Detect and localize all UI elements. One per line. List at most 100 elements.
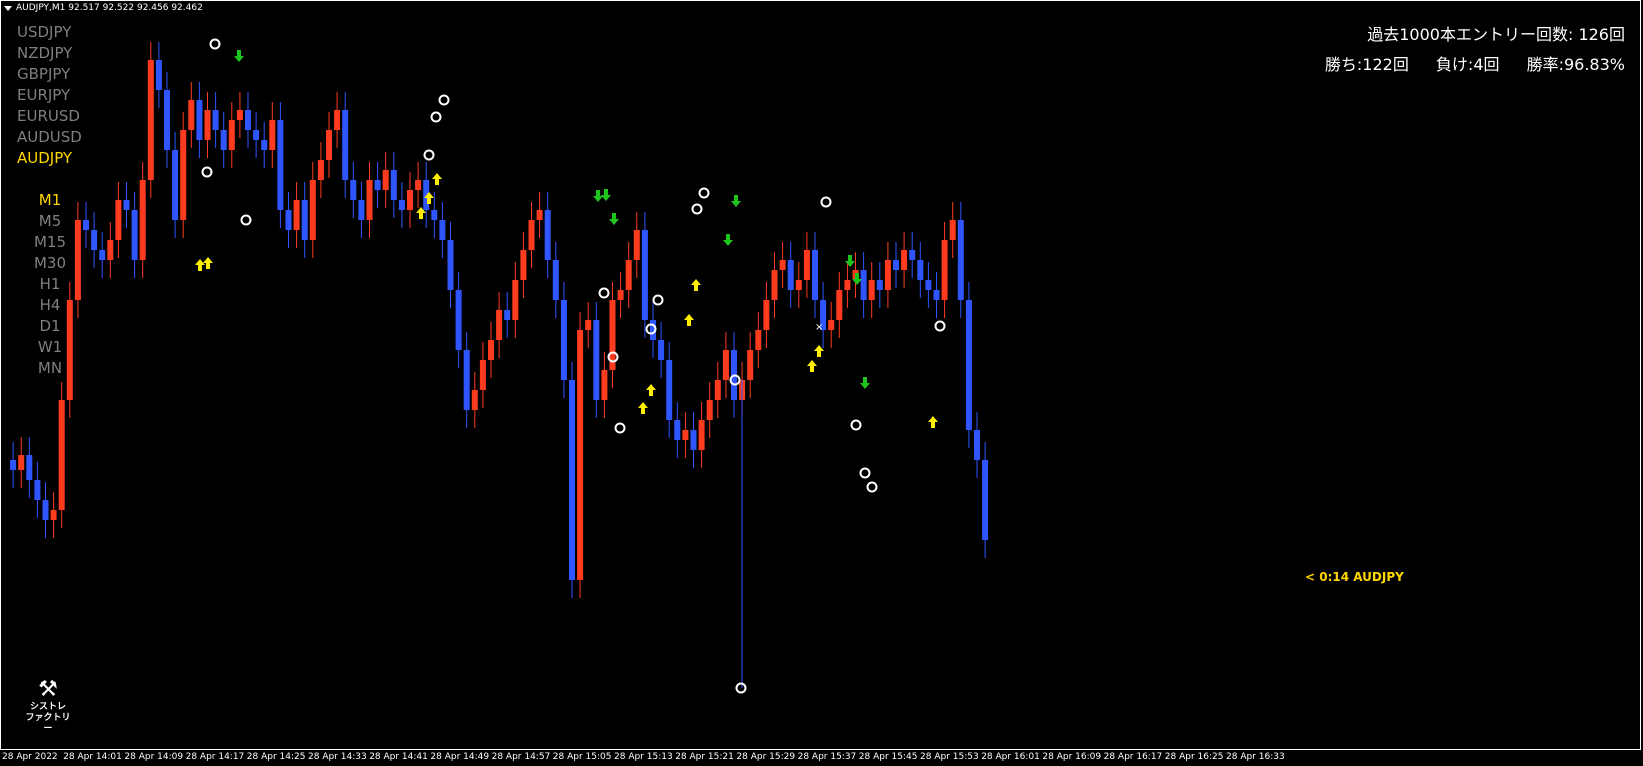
logo-line2: ファクトリー bbox=[25, 713, 71, 734]
timeframe-item-h4[interactable]: H4 bbox=[30, 295, 70, 316]
candle-body bbox=[236, 110, 243, 120]
candle-body bbox=[601, 370, 608, 400]
candle-body bbox=[309, 180, 316, 240]
sell-arrow-icon bbox=[723, 234, 733, 246]
sell-arrow-icon bbox=[731, 195, 741, 207]
candle-body bbox=[471, 390, 478, 410]
candle-body bbox=[172, 150, 179, 220]
sell-arrow-icon bbox=[860, 377, 870, 389]
timeframe-selector: M1 M5 M15 M30 H1 H4 D1 W1 MN bbox=[30, 190, 70, 379]
candle-body bbox=[779, 260, 786, 270]
buy-arrow-icon bbox=[646, 384, 656, 396]
time-tick: 28 Apr 16:17 bbox=[1103, 752, 1163, 762]
chart-title-bar[interactable]: AUDJPY,M1 92.517 92.522 92.456 92.462 bbox=[4, 3, 203, 13]
timeframe-item-mn[interactable]: MN bbox=[30, 358, 70, 379]
timeframe-item-h1[interactable]: H1 bbox=[30, 274, 70, 295]
candle-body bbox=[982, 460, 989, 540]
candle-body bbox=[520, 250, 527, 280]
candle-body bbox=[253, 130, 260, 140]
candle-body bbox=[917, 260, 924, 280]
timeframe-item-w1[interactable]: W1 bbox=[30, 337, 70, 358]
candle-body bbox=[334, 110, 341, 130]
candle-body bbox=[350, 180, 357, 200]
symbol-item-gbpjpy[interactable]: GBPJPY bbox=[17, 64, 87, 85]
candle-body bbox=[42, 500, 49, 520]
systore-factory-logo[interactable]: ⚒ シストレ ファクトリー bbox=[22, 678, 74, 735]
candle-body bbox=[771, 270, 778, 300]
signal-circle-icon bbox=[652, 294, 664, 306]
time-tick: 28 Apr 16:01 bbox=[981, 752, 1040, 762]
candle-body bbox=[107, 240, 114, 260]
time-tick: 28 Apr 15:13 bbox=[614, 752, 673, 762]
sell-arrow-icon bbox=[845, 255, 855, 267]
symbol-item-eurjpy[interactable]: EURJPY bbox=[17, 85, 87, 106]
candle-body bbox=[245, 110, 251, 130]
candle-body bbox=[876, 280, 883, 290]
symbol-item-eurusd[interactable]: EURUSD bbox=[17, 106, 87, 127]
candle-body bbox=[58, 400, 65, 510]
signal-circle-icon bbox=[598, 287, 610, 299]
timeframe-item-m15[interactable]: M15 bbox=[30, 232, 70, 253]
candle-body bbox=[625, 260, 632, 290]
candle-body bbox=[949, 220, 956, 240]
time-tick: 28 Apr 14:49 bbox=[430, 752, 490, 762]
time-tick: 28 Apr 15:37 bbox=[797, 752, 857, 762]
logo-line1: シストレ bbox=[29, 702, 66, 712]
symbol-item-usdjpy[interactable]: USDJPY bbox=[17, 22, 87, 43]
candle-body bbox=[828, 320, 835, 330]
candle-body bbox=[747, 350, 754, 380]
timeframe-item-m1[interactable]: M1 bbox=[30, 190, 70, 211]
candle-body bbox=[26, 455, 33, 480]
signal-circle-icon bbox=[423, 149, 435, 161]
buy-arrow-icon bbox=[928, 416, 938, 428]
buy-arrow-icon bbox=[432, 173, 442, 185]
candle-body bbox=[212, 110, 219, 130]
candle-body bbox=[261, 140, 268, 150]
candle-body bbox=[633, 230, 640, 260]
symbol-item-nzdjpy[interactable]: NZDJPY bbox=[17, 43, 87, 64]
buy-arrow-icon bbox=[814, 345, 824, 357]
time-tick: 28 Apr 14:01 bbox=[63, 752, 122, 762]
signal-circle-icon bbox=[201, 166, 213, 178]
candle-body bbox=[714, 380, 721, 400]
candle-body bbox=[196, 100, 203, 140]
time-tick: 28 Apr 14:17 bbox=[185, 752, 245, 762]
signal-circle-icon bbox=[698, 187, 710, 199]
time-tick: 28 Apr 2022 bbox=[2, 752, 58, 762]
candle-body bbox=[666, 360, 673, 420]
candle-body bbox=[18, 455, 25, 470]
candle-body bbox=[787, 260, 794, 290]
candle-body bbox=[496, 310, 503, 340]
time-tick: 28 Apr 16:09 bbox=[1042, 752, 1102, 762]
symbol-item-audjpy[interactable]: AUDJPY bbox=[17, 148, 87, 169]
candle-body bbox=[317, 160, 324, 180]
candle-body bbox=[536, 210, 543, 220]
candle-body bbox=[504, 310, 511, 320]
candle-body bbox=[139, 180, 146, 260]
candle-body bbox=[560, 300, 567, 380]
dropdown-triangle-icon[interactable] bbox=[4, 5, 12, 11]
candle-body bbox=[398, 200, 405, 210]
timeframe-item-m5[interactable]: M5 bbox=[30, 211, 70, 232]
candle-body bbox=[488, 340, 494, 360]
candle-body bbox=[455, 290, 462, 350]
timeframe-item-d1[interactable]: D1 bbox=[30, 316, 70, 337]
candle-body bbox=[50, 510, 57, 520]
candle-body bbox=[463, 350, 470, 410]
candle-body bbox=[228, 120, 235, 150]
timeframe-item-m30[interactable]: M30 bbox=[30, 253, 70, 274]
candle-body bbox=[941, 240, 948, 300]
candle-body bbox=[641, 230, 648, 320]
time-tick: 28 Apr 15:53 bbox=[920, 752, 979, 762]
candle-body bbox=[763, 300, 770, 330]
candle-body bbox=[803, 250, 810, 280]
time-tick: 28 Apr 15:29 bbox=[736, 752, 796, 762]
candle-body bbox=[812, 250, 818, 300]
symbol-item-audusd[interactable]: AUDUSD bbox=[17, 127, 87, 148]
signal-circle-icon bbox=[240, 214, 252, 226]
time-axis: 28 Apr 2022 28 Apr 14:01 28 Apr 14:09 28 Ap… bbox=[0, 750, 1643, 766]
candle-body bbox=[698, 420, 705, 450]
candle-body bbox=[407, 190, 413, 210]
candle-body bbox=[123, 200, 130, 210]
candle-body bbox=[674, 420, 681, 440]
